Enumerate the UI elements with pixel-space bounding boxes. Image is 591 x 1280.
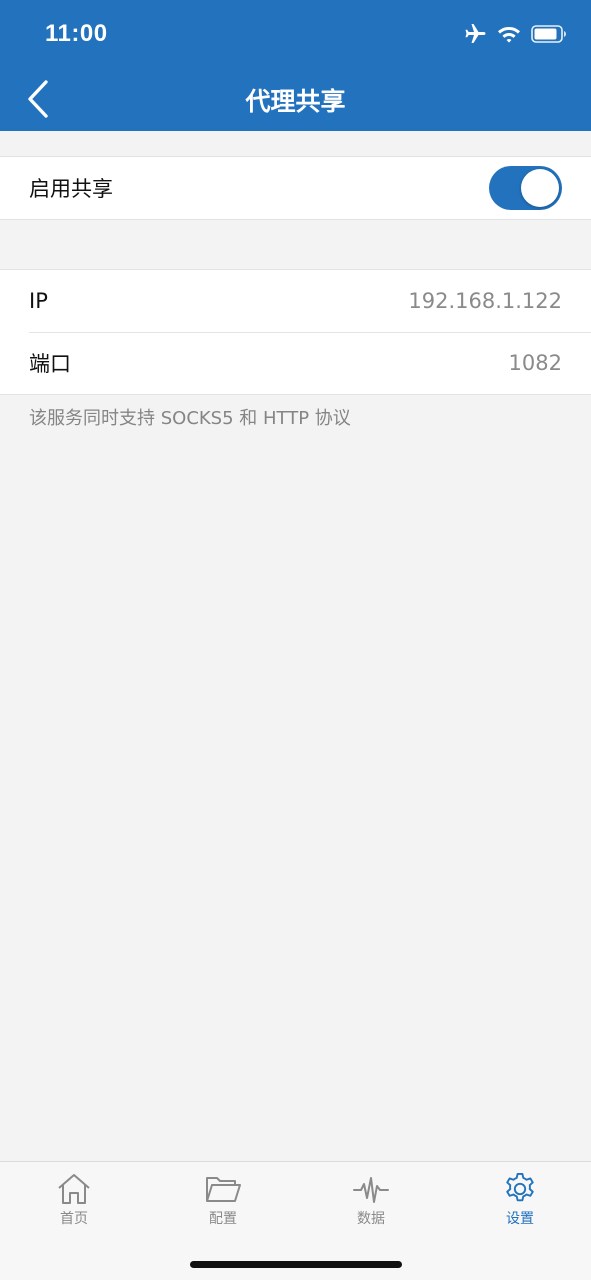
port-label: 端口 xyxy=(29,352,71,376)
tab-data[interactable]: 数据 xyxy=(321,1172,421,1228)
sharing-group: 启用共享 xyxy=(0,156,591,220)
tab-home-label: 首页 xyxy=(60,1211,88,1227)
info-group: IP 192.168.1.122 端口 1082 xyxy=(0,269,591,395)
status-time: 11:00 xyxy=(45,20,108,47)
home-icon xyxy=(58,1174,90,1204)
tab-config-label: 配置 xyxy=(209,1211,237,1227)
ip-value: 192.168.1.122 xyxy=(408,289,562,313)
protocol-note: 该服务同时支持 SOCKS5 和 HTTP 协议 xyxy=(29,408,351,429)
tab-config[interactable]: 配置 xyxy=(173,1172,273,1228)
sharing-label: 启用共享 xyxy=(29,177,113,201)
tab-settings[interactable]: 设置 xyxy=(470,1172,570,1228)
tab-home[interactable]: 首页 xyxy=(24,1172,124,1228)
port-row: 端口 1082 xyxy=(0,332,591,394)
sharing-row: 启用共享 xyxy=(0,157,591,219)
tab-settings-label: 设置 xyxy=(506,1211,534,1227)
sharing-toggle[interactable] xyxy=(489,166,562,210)
status-icons xyxy=(463,24,567,48)
home-indicator xyxy=(190,1261,402,1268)
wifi-icon xyxy=(497,24,521,48)
folder-icon xyxy=(206,1177,241,1202)
gear-icon xyxy=(506,1172,534,1202)
port-value: 1082 xyxy=(508,351,562,375)
tab-data-label: 数据 xyxy=(357,1211,385,1227)
activity-icon xyxy=(353,1177,389,1203)
header: 11:00 代理共享 xyxy=(0,0,591,131)
airplane-icon xyxy=(463,22,487,50)
toggle-knob xyxy=(521,169,559,207)
screen: 11:00 代理共享 启用共享 IP 192.168.1.122 端口 1082… xyxy=(0,0,591,1280)
ip-label: IP xyxy=(29,289,48,313)
battery-icon xyxy=(531,24,567,48)
ip-row: IP 192.168.1.122 xyxy=(0,270,591,332)
page-title: 代理共享 xyxy=(245,87,346,116)
